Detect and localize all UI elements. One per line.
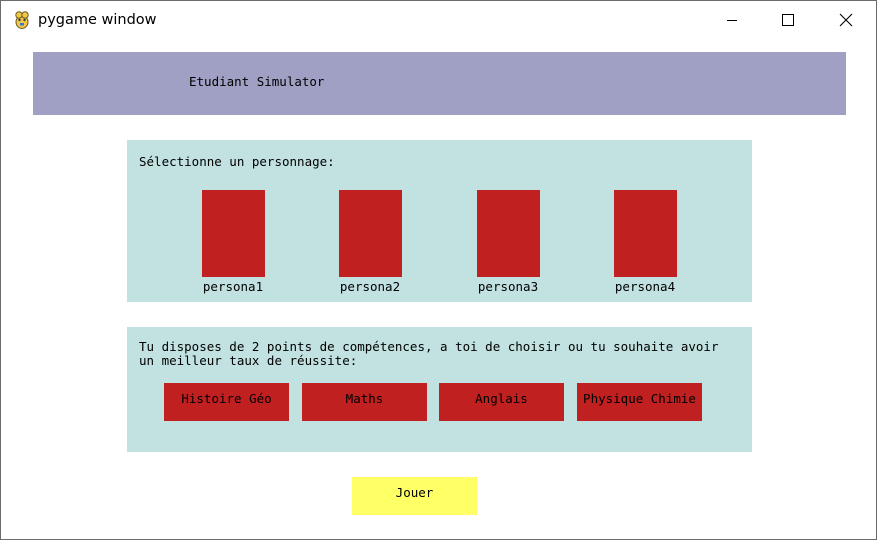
app-window: pygame window Etudiant Simulator Sélecti…	[0, 0, 877, 540]
maximize-button[interactable]	[759, 1, 817, 39]
persona3-card[interactable]	[477, 190, 540, 277]
minimize-icon	[727, 20, 737, 21]
persona3-label: persona3	[477, 279, 539, 294]
persona2-label: persona2	[339, 279, 401, 294]
maximize-icon	[782, 14, 794, 26]
character-select-panel: Sélectionne un personnage: persona1 pers…	[127, 140, 752, 302]
persona4-card[interactable]	[614, 190, 677, 277]
title-bar[interactable]: pygame window	[1, 1, 876, 39]
histoire-geo-label: Histoire Géo	[181, 391, 272, 406]
persona1-label: persona1	[202, 279, 264, 294]
skills-instruction-line1: Tu disposes de 2 points de compétences, …	[139, 339, 719, 354]
persona4-label: persona4	[614, 279, 676, 294]
game-title: Etudiant Simulator	[189, 74, 325, 89]
maths-button[interactable]: Maths	[302, 383, 427, 421]
minimize-button[interactable]	[703, 1, 761, 39]
physique-chimie-label: Physique Chimie	[583, 391, 696, 406]
close-icon	[839, 13, 853, 27]
persona1-card[interactable]	[202, 190, 265, 277]
header-banner: Etudiant Simulator	[33, 52, 846, 115]
maths-label: Maths	[345, 391, 384, 406]
anglais-button[interactable]: Anglais	[439, 383, 564, 421]
physique-chimie-button[interactable]: Physique Chimie	[577, 383, 702, 421]
anglais-label: Anglais	[475, 391, 528, 406]
persona2-card[interactable]	[339, 190, 402, 277]
skills-panel: Tu disposes de 2 points de compétences, …	[127, 327, 752, 452]
play-label: Jouer	[395, 485, 434, 500]
skills-instruction-line2: un meilleur taux de réussite:	[139, 353, 358, 368]
close-button[interactable]	[817, 1, 875, 39]
histoire-geo-button[interactable]: Histoire Géo	[164, 383, 289, 421]
window-title: pygame window	[38, 12, 157, 28]
pygame-snake-icon	[15, 11, 29, 29]
play-button[interactable]: Jouer	[352, 477, 477, 515]
character-prompt: Sélectionne un personnage:	[139, 154, 335, 169]
